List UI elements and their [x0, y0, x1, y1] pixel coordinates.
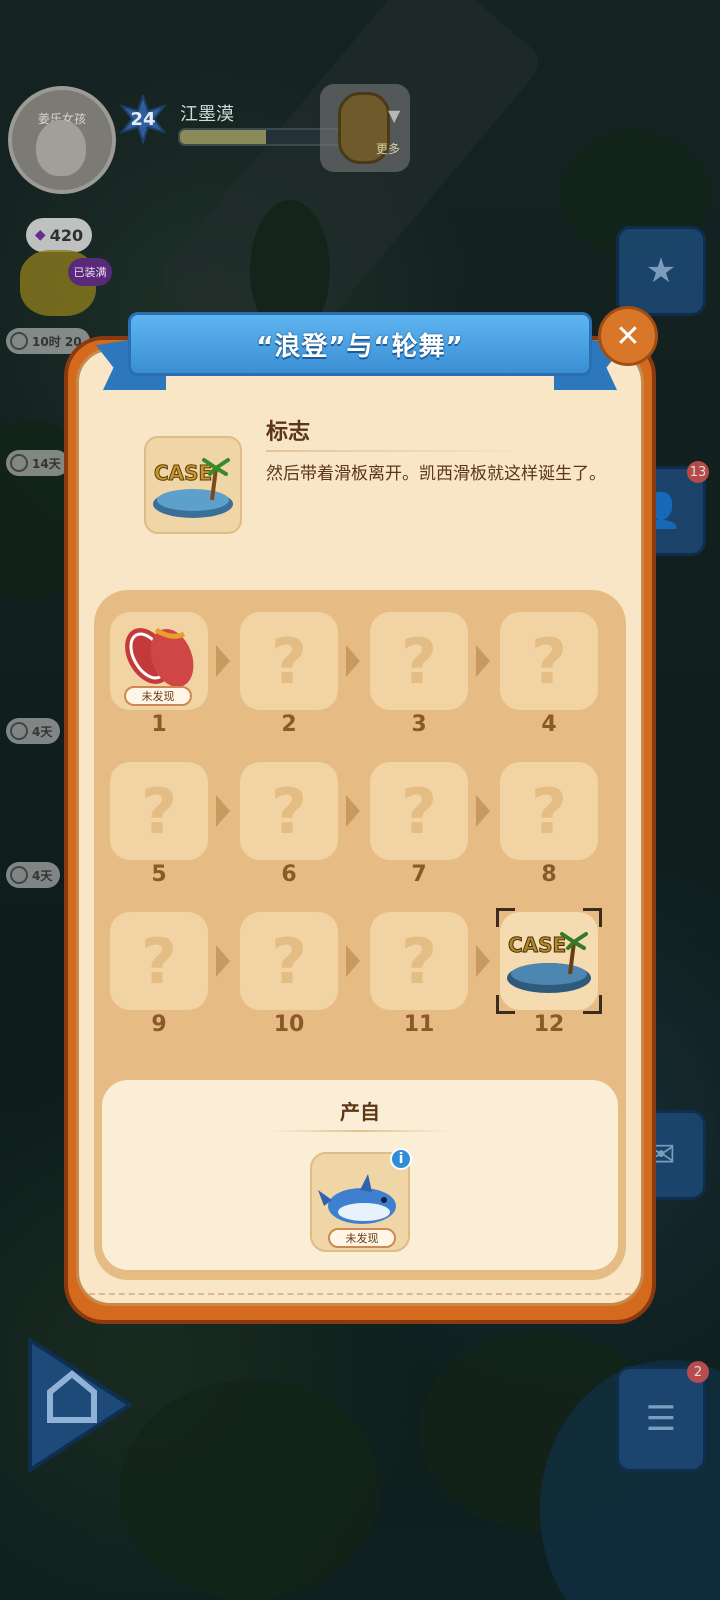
- question-mark-icon: ?: [401, 924, 437, 998]
- calendar-button[interactable]: ★: [616, 226, 706, 316]
- chain-arrow-icon: [216, 645, 230, 677]
- selection-corner: [583, 908, 602, 927]
- chain-cell-5[interactable]: ?: [110, 762, 208, 860]
- undiscovered-label: 未发现: [124, 686, 192, 706]
- item-description: 然后带着滑板离开。凯西滑板就这样诞生了。: [266, 464, 606, 484]
- chain-arrow-icon: [216, 795, 230, 827]
- level-star-icon: 24: [118, 92, 168, 146]
- question-mark-icon: ?: [141, 774, 177, 848]
- gem-count: 420: [49, 225, 84, 245]
- dialog-title: “浪登”与“轮舞”: [256, 331, 464, 362]
- chain-cell-number: 11: [403, 1012, 435, 1037]
- chain-arrow-icon: [346, 945, 360, 977]
- chain-cell-11[interactable]: ?: [370, 912, 468, 1010]
- chain-cell-number: 10: [273, 1012, 305, 1037]
- source-panel: 产自 未发现 i: [102, 1080, 618, 1270]
- chain-cell-number: 12: [533, 1012, 565, 1037]
- contacts-badge: 13: [687, 461, 709, 483]
- info-icon[interactable]: i: [390, 1148, 412, 1170]
- chevron-down-icon: ▼: [388, 106, 401, 125]
- event-timer: 4天: [6, 862, 61, 888]
- question-mark-icon: ?: [401, 774, 437, 848]
- source-item[interactable]: 未发现 i: [310, 1148, 412, 1252]
- chain-cell-3[interactable]: ?: [370, 612, 468, 710]
- chain-arrow-icon: [216, 945, 230, 977]
- chain-cell-2[interactable]: ?: [240, 612, 338, 710]
- chain-cell-4[interactable]: ?: [500, 612, 598, 710]
- chain-cell-number: 8: [541, 862, 557, 887]
- source-title: 产自: [340, 1100, 380, 1124]
- clock-icon: [10, 866, 28, 884]
- chain-cell-number: 1: [151, 712, 167, 737]
- chain-cell-number: 7: [411, 862, 427, 887]
- question-mark-icon: ?: [271, 624, 307, 698]
- player-avatar[interactable]: 姜乐女孩: [8, 86, 116, 194]
- svg-text:CASE: CASE: [154, 461, 212, 485]
- gem-counter[interactable]: ◆ 420: [26, 218, 92, 252]
- question-mark-icon: ?: [531, 774, 567, 848]
- question-mark-icon: ?: [531, 624, 567, 698]
- svg-text:CASE: CASE: [508, 933, 566, 957]
- chain-arrow-icon: [346, 795, 360, 827]
- chain-cell-number: 4: [541, 712, 557, 737]
- chain-cell-6[interactable]: ?: [240, 762, 338, 860]
- chain-cell-9[interactable]: ?: [110, 912, 208, 1010]
- player-name: 江墨漠: [180, 104, 234, 125]
- question-mark-icon: ?: [141, 924, 177, 998]
- close-button[interactable]: ✕: [598, 306, 658, 366]
- calendar-icon: ★: [645, 251, 677, 291]
- question-mark-icon: ?: [271, 774, 307, 848]
- item-name: 标志: [266, 420, 311, 445]
- chain-cell-1[interactable]: 未发现: [110, 612, 208, 710]
- event-timer: 4天: [6, 718, 61, 744]
- chain-cell-number: 6: [281, 862, 297, 887]
- question-mark-icon: ?: [271, 924, 307, 998]
- tasks-button[interactable]: ☰ 2: [616, 1361, 709, 1472]
- clock-icon: [10, 454, 28, 472]
- chain-cell-number: 5: [151, 862, 167, 887]
- clock-icon: [10, 722, 28, 740]
- source-undiscovered-label: 未发现: [328, 1228, 396, 1248]
- chain-arrow-icon: [476, 795, 490, 827]
- chain-arrow-icon: [476, 645, 490, 677]
- more-label: 更多: [376, 142, 401, 156]
- checklist-icon: ☰: [645, 1399, 677, 1439]
- chain-arrow-icon: [476, 945, 490, 977]
- chain-cell-8[interactable]: ?: [500, 762, 598, 860]
- home-button[interactable]: [20, 1330, 140, 1480]
- chain-cell-number: 2: [281, 712, 297, 737]
- chain-cell-10[interactable]: ?: [240, 912, 338, 1010]
- chain-cell-12[interactable]: CASE: [496, 908, 602, 1014]
- chain-cell-7[interactable]: ?: [370, 762, 468, 860]
- gem-icon: ◆: [34, 227, 46, 243]
- chain-cell-number: 3: [411, 712, 427, 737]
- event-timer: 14天: [6, 450, 69, 476]
- chain-arrow-icon: [346, 645, 360, 677]
- level-number: 24: [130, 108, 156, 130]
- source-divider: [268, 1130, 452, 1132]
- close-icon: ✕: [615, 318, 641, 354]
- tasks-badge: 2: [687, 1361, 709, 1383]
- caseys-skates-sign-icon: CASE: [144, 436, 242, 534]
- selection-corner: [496, 908, 515, 927]
- piggy-full-badge: 已装满: [68, 258, 112, 286]
- question-mark-icon: ?: [401, 624, 437, 698]
- item-divider: [266, 450, 536, 452]
- more-button[interactable]: ▼ 更多: [320, 84, 410, 172]
- dialog-title-ribbon: “浪登”与“轮舞”: [96, 312, 624, 390]
- clock-icon: [10, 332, 28, 350]
- chain-cell-number: 9: [151, 1012, 167, 1037]
